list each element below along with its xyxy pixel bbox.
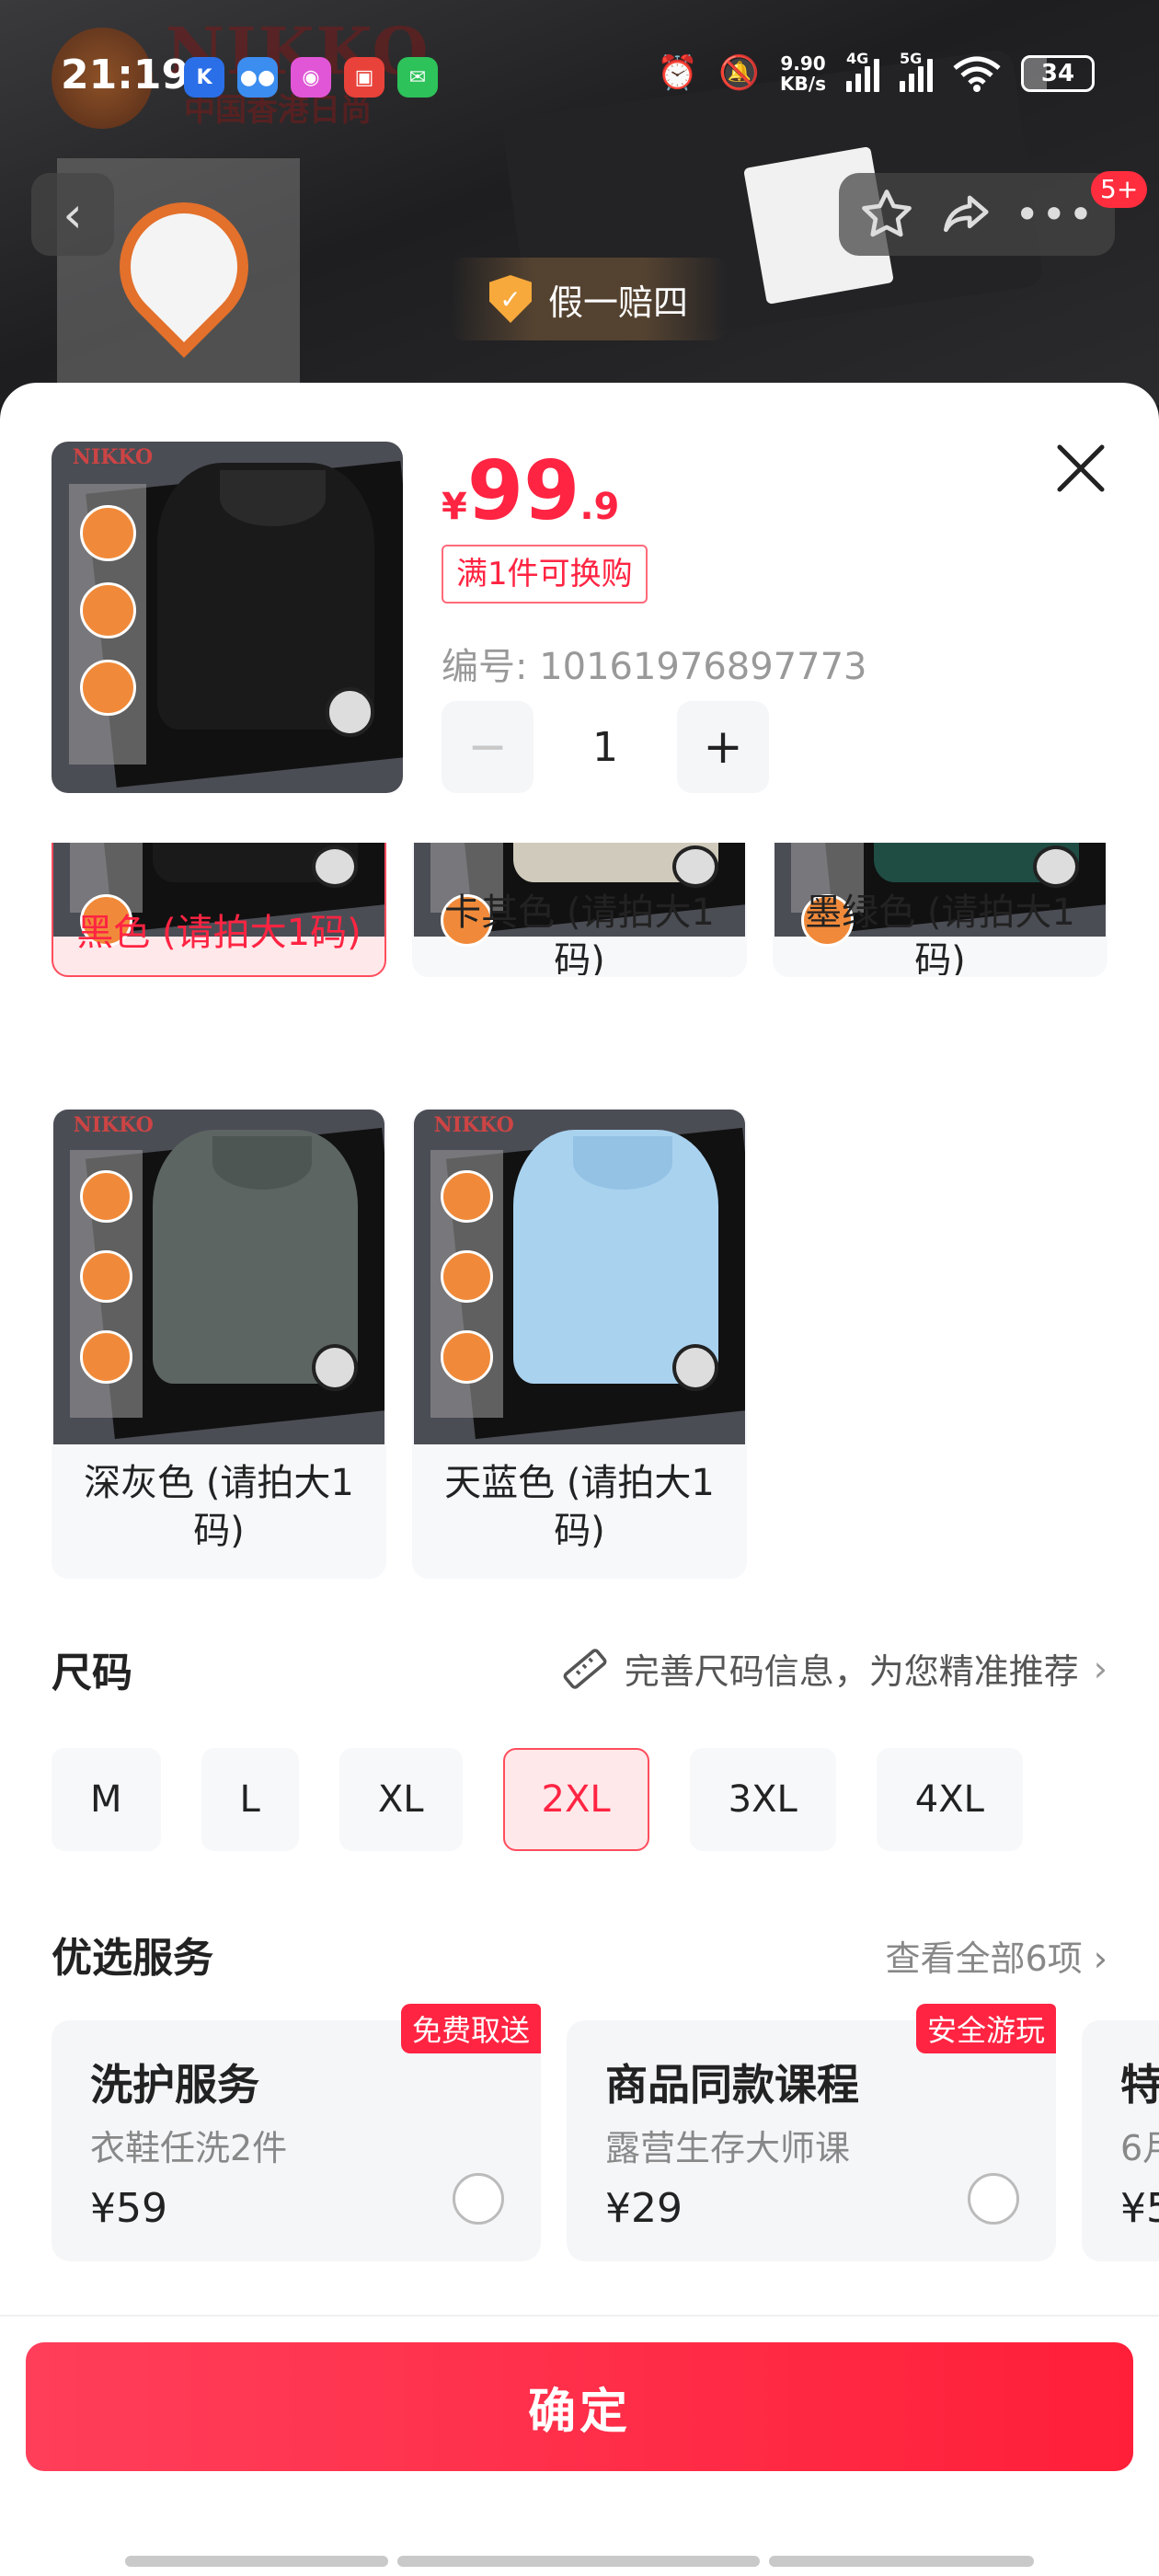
ruler-icon xyxy=(563,1648,607,1689)
service-title: 洗护服务 xyxy=(90,2060,259,2110)
user-watermark: 偎星人74905579V xyxy=(386,1583,694,1624)
divider xyxy=(0,2315,1159,2317)
decrease-button[interactable]: − xyxy=(442,701,534,793)
color-label: 墨绿色 (请拍大1码) xyxy=(805,891,1075,977)
service-tag: 安全游玩 xyxy=(915,2004,1056,2053)
size-option-l[interactable]: L xyxy=(201,1748,299,1851)
service-card-course[interactable]: 安全游玩 商品同款课程 露营生存大师课 ¥29 xyxy=(567,2004,1056,2261)
signal-5g-icon: 5G xyxy=(900,50,933,92)
signal-4g-icon: 4G xyxy=(846,50,879,92)
radio-unchecked-icon[interactable] xyxy=(968,2173,1019,2225)
service-price: ¥29 xyxy=(605,2185,683,2232)
color-option-sky-blue[interactable]: NIKKO 天蓝色 (请拍大1码) xyxy=(412,1108,747,1579)
close-icon[interactable] xyxy=(1050,438,1111,499)
size-options: M L XL 2XL 3XL 4XL xyxy=(52,1748,1023,1851)
service-price: ¥59 xyxy=(90,2185,167,2232)
quantity-value[interactable]: 1 xyxy=(534,724,677,771)
shield-check-icon: ✓ xyxy=(488,275,532,323)
service-title: 特 xyxy=(1120,2060,1159,2110)
chevron-left-icon: ‹ xyxy=(63,185,83,244)
color-option-dark-green[interactable]: 墨绿色 (请拍大1码) xyxy=(773,843,1107,977)
k-app-icon: K xyxy=(184,57,224,98)
favorite-star-icon[interactable] xyxy=(858,186,915,243)
size-recommend-link[interactable]: 完善尺码信息，为您精准推荐 › xyxy=(560,1643,1107,1694)
sku-number: 编号: 10161976897773 xyxy=(442,646,867,688)
mute-icon: 🔕 xyxy=(718,54,761,92)
status-bar: 21:19 K ●● ◉ ▣ ✉ ⏰ 🔕 9.90 KB/s 4G 5G 34 xyxy=(0,0,1159,156)
color-options: 黑色 (请拍大1码) 卡其色 (请拍大1码) 墨绿色 (请拍大1码) NIKKO… xyxy=(52,843,1109,1781)
size-option-xl[interactable]: XL xyxy=(339,1748,463,1851)
size-hint-text: 完善尺码信息，为您精准推荐 xyxy=(624,1651,1079,1692)
share-icon[interactable] xyxy=(936,186,993,243)
services-title: 优选服务 xyxy=(52,1935,213,1982)
more-icon[interactable]: ••• xyxy=(1015,190,1095,239)
alarm-icon: ⏰ xyxy=(657,54,699,92)
guarantee-banner[interactable]: ✓ 假一赔四 xyxy=(451,258,727,340)
view-all-services-link[interactable]: 查看全部6项 › xyxy=(886,1930,1107,1981)
battery-indicator: 34 xyxy=(1021,55,1095,92)
service-card-partial[interactable]: 特 6月 ¥5 xyxy=(1082,2020,1159,2261)
color-option-khaki[interactable]: 卡其色 (请拍大1码) xyxy=(412,843,747,977)
size-option-3xl[interactable]: 3XL xyxy=(689,1748,836,1851)
color-label: 黑色 (请拍大1码) xyxy=(76,912,361,954)
service-subtitle: 露营生存大师课 xyxy=(605,2128,851,2168)
promo-tag: 满1件可换购 xyxy=(442,545,648,604)
clock: 21:19 xyxy=(61,52,190,98)
quantity-stepper: − 1 + xyxy=(442,701,769,793)
back-button[interactable]: ‹ xyxy=(31,173,114,256)
guarantee-text: 假一赔四 xyxy=(547,282,688,323)
mask-app-icon: ●● xyxy=(237,57,278,98)
service-card-laundry[interactable]: 免费取送 洗护服务 衣鞋任洗2件 ¥59 xyxy=(52,2004,541,2261)
camera-app-icon: ◉ xyxy=(291,57,331,98)
service-subtitle: 6月 xyxy=(1120,2128,1159,2168)
price: ¥ 99 .9 xyxy=(442,443,620,538)
color-label: 深灰色 (请拍大1码) xyxy=(84,1462,354,1552)
confirm-button[interactable]: 确定 xyxy=(26,2342,1133,2471)
color-option-black[interactable]: 黑色 (请拍大1码) xyxy=(52,843,386,977)
color-option-dark-gray[interactable]: NIKKO 深灰色 (请拍大1码) xyxy=(52,1108,386,1579)
radio-unchecked-icon[interactable] xyxy=(453,2173,504,2225)
top-action-group: ••• xyxy=(839,173,1115,256)
size-option-4xl[interactable]: 4XL xyxy=(876,1748,1023,1851)
sku-selector-sheet: NIKKO ¥ 99 .9 满1件可换购 编号: 10161976897773 … xyxy=(0,383,1159,2576)
news-app-icon: ▣ xyxy=(344,57,384,98)
wechat-icon: ✉ xyxy=(397,57,438,98)
chevron-right-icon: › xyxy=(1093,1648,1107,1689)
wifi-icon xyxy=(953,56,1001,92)
size-option-2xl[interactable]: 2XL xyxy=(502,1748,649,1851)
product-thumbnail[interactable]: NIKKO xyxy=(52,442,403,793)
size-option-m[interactable]: M xyxy=(52,1748,161,1851)
size-section-title: 尺码 xyxy=(52,1650,132,1696)
increase-button[interactable]: + xyxy=(677,701,769,793)
net-speed: 9.90 KB/s xyxy=(780,52,826,95)
color-label: 卡其色 (请拍大1码) xyxy=(444,891,715,977)
color-label: 天蓝色 (请拍大1码) xyxy=(444,1462,715,1552)
notification-badge: 5+ xyxy=(1091,171,1148,208)
gesture-bar xyxy=(125,2556,1034,2567)
service-subtitle: 衣鞋任洗2件 xyxy=(90,2128,288,2168)
service-price: ¥5 xyxy=(1120,2185,1159,2232)
service-tag: 免费取送 xyxy=(400,2004,541,2053)
service-cards: 免费取送 洗护服务 衣鞋任洗2件 ¥59 安全游玩 商品同款课程 露营生存大师课… xyxy=(52,2004,1159,2261)
service-title: 商品同款课程 xyxy=(605,2060,859,2110)
